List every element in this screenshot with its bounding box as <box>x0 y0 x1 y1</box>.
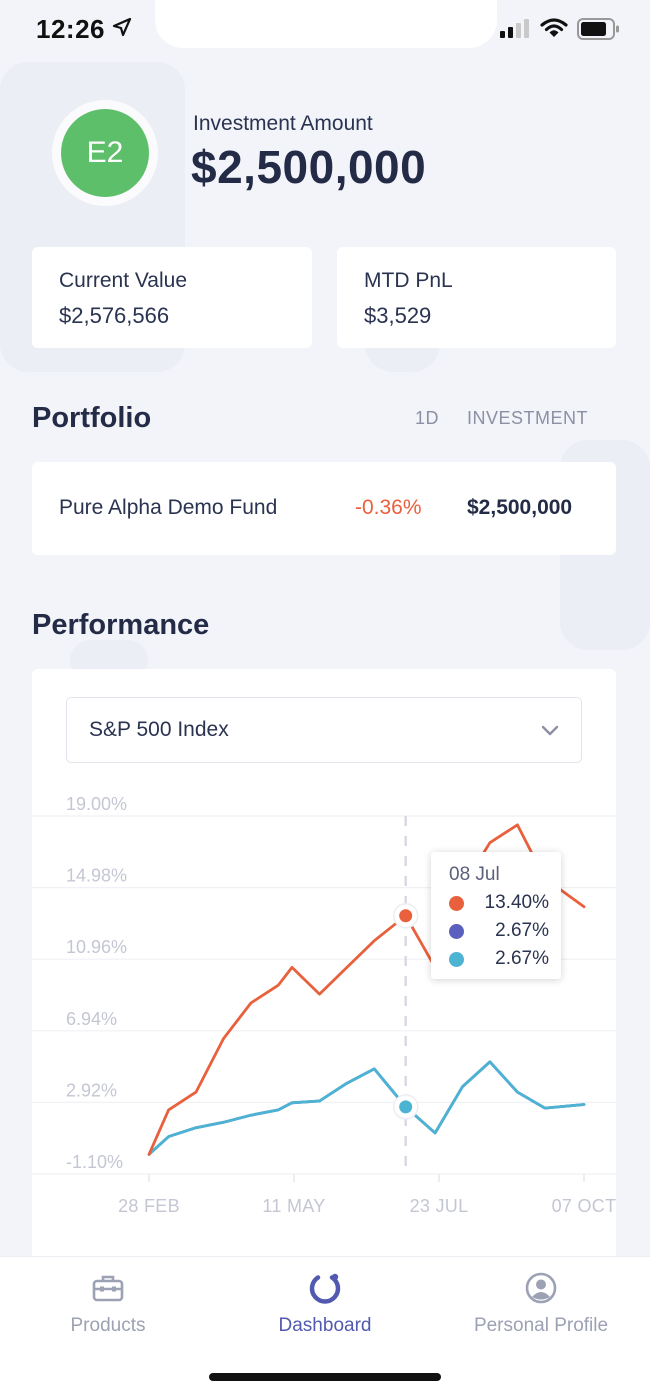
column-header-investment: INVESTMENT <box>467 408 589 428</box>
briefcase-icon <box>92 1275 124 1302</box>
current-value-label: Current Value <box>59 269 188 292</box>
user-profile-icon <box>525 1272 557 1304</box>
legend-dot <box>449 896 464 911</box>
avatar[interactable]: E2 <box>61 109 149 197</box>
current-value-card[interactable]: Current Value $2,576,566 <box>32 247 312 348</box>
mtd-pnl-label: MTD PnL <box>364 269 453 292</box>
avatar-ring: E2 <box>52 100 158 206</box>
y-tick-label: -1.10% <box>66 1152 123 1172</box>
investment-amount-value: $2,500,000 <box>191 141 427 193</box>
fund-investment: $2,500,000 <box>467 496 573 519</box>
home-indicator <box>209 1373 441 1381</box>
mtd-pnl-amount: $3,529 <box>364 303 432 328</box>
investment-amount-label: Investment Amount <box>193 112 373 135</box>
tooltip-row: 13.40% <box>449 892 549 914</box>
y-tick-label: 6.94% <box>66 1009 117 1029</box>
y-tick-label: 2.92% <box>66 1080 117 1100</box>
wifi-icon <box>540 18 568 37</box>
status-bar: 12:26 <box>0 0 650 60</box>
series-line <box>147 1060 586 1156</box>
cellular-signal-icon <box>500 19 529 38</box>
highlight-point <box>399 909 413 923</box>
series-line <box>147 1060 586 1156</box>
chart-tooltip: 08 Jul 13.40% 2.67% 2.67% <box>431 852 561 979</box>
mtd-pnl-card[interactable]: MTD PnL $3,529 <box>337 247 616 348</box>
tooltip-date: 08 Jul <box>449 864 500 885</box>
nav-item-products[interactable]: Products <box>0 1257 216 1357</box>
y-tick-label: 19.00% <box>66 794 127 814</box>
fund-row[interactable]: Pure Alpha Demo Fund -0.36% $2,500,000 <box>32 462 616 555</box>
tooltip-row: 2.67% <box>449 920 549 942</box>
y-tick-label: 14.98% <box>66 866 127 886</box>
performance-title: Performance <box>32 609 210 641</box>
x-tick-label: 28 FEB <box>118 1196 180 1216</box>
highlight-point <box>399 1100 413 1114</box>
nav-label-personal-profile: Personal Profile <box>473 1315 609 1336</box>
x-tick-label: 11 MAY <box>262 1196 325 1216</box>
x-tick-label: 07 OCT <box>552 1196 617 1216</box>
location-arrow-icon <box>112 17 132 37</box>
legend-dot <box>449 924 464 939</box>
fund-name: Pure Alpha Demo Fund <box>59 496 278 519</box>
y-tick-label: 10.96% <box>66 937 127 957</box>
nav-label-dashboard: Dashboard <box>278 1315 372 1336</box>
chevron-down-icon <box>541 725 559 736</box>
x-tick-label: 23 JUL <box>410 1196 469 1216</box>
benchmark-select[interactable]: S&P 500 Index <box>66 697 582 763</box>
benchmark-select-value: S&P 500 Index <box>89 718 229 741</box>
device-notch <box>155 0 497 48</box>
battery-icon <box>577 18 619 40</box>
current-value-amount: $2,576,566 <box>59 303 170 328</box>
nav-label-products: Products <box>70 1315 146 1336</box>
tooltip-value: 2.67% <box>495 948 549 969</box>
tooltip-value: 13.40% <box>484 892 549 913</box>
tooltip-row: 2.67% <box>449 948 549 970</box>
dashboard-ring-icon <box>309 1273 341 1304</box>
legend-dot <box>449 952 464 967</box>
nav-item-dashboard[interactable]: Dashboard <box>217 1257 433 1357</box>
performance-chart[interactable]: 19.00% 14.98% 10.96% 6.94% 2.92% -1.10% 28 FEB… <box>32 780 616 1240</box>
nav-item-personal-profile[interactable]: Personal Profile <box>433 1257 649 1357</box>
tooltip-value: 2.67% <box>495 920 549 941</box>
portfolio-title: Portfolio <box>32 402 152 434</box>
fund-1d-change: -0.36% <box>355 496 422 519</box>
status-time: 12:26 <box>36 14 105 44</box>
column-header-1d: 1D <box>415 408 440 428</box>
